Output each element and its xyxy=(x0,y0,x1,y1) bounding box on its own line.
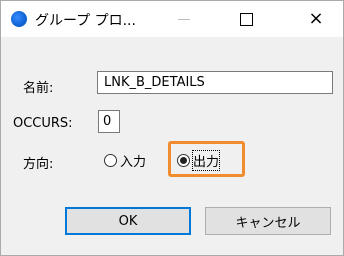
radio-input-label: 入力 xyxy=(120,154,147,170)
name-field[interactable]: LNK_B_DETAILS xyxy=(97,71,333,94)
close-button[interactable]: × xyxy=(293,1,339,37)
radio-button-icon xyxy=(104,153,117,167)
minimize-button[interactable] xyxy=(161,1,207,37)
app-icon xyxy=(11,11,27,27)
ok-button[interactable]: OK xyxy=(65,207,191,235)
radio-input[interactable]: 入力 xyxy=(104,150,146,170)
highlight-box xyxy=(168,141,245,177)
window-title: グループ プロ... xyxy=(35,13,136,29)
maximize-button[interactable] xyxy=(223,1,269,37)
minimize-icon xyxy=(178,18,190,20)
title-bar[interactable]: グループ プロ... × xyxy=(1,1,343,37)
occurs-label: OCCURS: xyxy=(13,116,73,131)
occurs-field[interactable]: 0 xyxy=(98,110,120,133)
cancel-button[interactable]: キャンセル xyxy=(205,207,331,235)
group-properties-dialog: グループ プロ... × 名前: LNK_B_DETAILS OCCURS: 0… xyxy=(0,0,344,256)
close-icon: × xyxy=(308,8,324,29)
maximize-icon xyxy=(239,12,253,26)
direction-label: 方向: xyxy=(23,157,54,172)
name-label: 名前: xyxy=(23,81,54,96)
